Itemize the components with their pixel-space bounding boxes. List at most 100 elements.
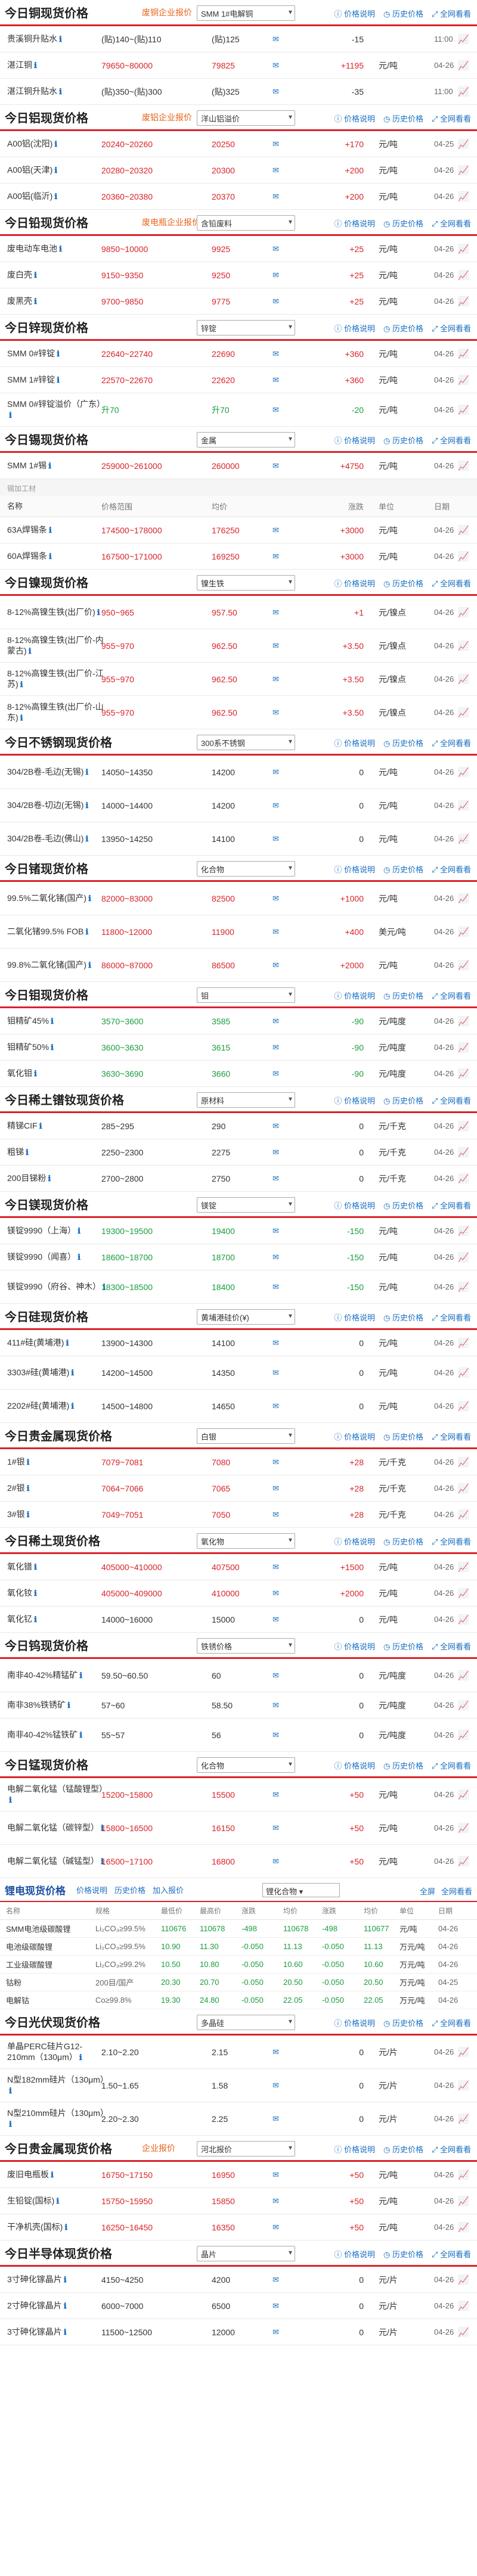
mail-icon[interactable]: ✉: [272, 166, 279, 175]
price-desc-link[interactable]: ⓘ 价格说明: [334, 1536, 375, 1547]
lithium-name[interactable]: 电解钴: [6, 1994, 95, 2006]
info-icon[interactable]: ℹ: [34, 61, 37, 70]
info-icon[interactable]: ℹ: [78, 1253, 80, 1261]
item-name[interactable]: 氧化钕 ℹ: [7, 1587, 109, 1599]
history-link[interactable]: ◷ 历史价格: [383, 113, 423, 124]
chart-icon[interactable]: 📈: [458, 1282, 469, 1292]
mail-icon[interactable]: ✉: [272, 61, 279, 70]
lithium-link[interactable]: 历史价格: [114, 1884, 145, 1896]
chart-icon[interactable]: 📈: [458, 834, 469, 844]
history-link[interactable]: ◷ 历史价格: [383, 1760, 423, 1771]
history-link[interactable]: ◷ 历史价格: [383, 322, 423, 334]
item-name[interactable]: N型182mm硅片（130μm）ℹ: [7, 2074, 109, 2096]
mail-icon[interactable]: ✉: [272, 2301, 279, 2311]
item-name[interactable]: 南非38%铁锈矿 ℹ: [7, 1699, 109, 1711]
info-icon[interactable]: ℹ: [97, 608, 100, 617]
price-desc-link[interactable]: ⓘ 价格说明: [334, 1760, 375, 1771]
item-name[interactable]: 湛江铜 ℹ: [7, 60, 109, 71]
mail-icon[interactable]: ✉: [272, 894, 279, 903]
mail-icon[interactable]: ✉: [272, 349, 279, 359]
mail-icon[interactable]: ✉: [272, 1458, 279, 1467]
item-name[interactable]: 钼精矿50% ℹ: [7, 1042, 109, 1053]
subscribe-link[interactable]: ⤢ 全网看看: [432, 8, 471, 19]
lithium-name[interactable]: 钴粉: [6, 1977, 95, 1988]
chart-icon[interactable]: 📈: [458, 960, 469, 971]
mail-icon[interactable]: ✉: [272, 1338, 279, 1348]
chart-icon[interactable]: 📈: [458, 1730, 469, 1741]
price-desc-link[interactable]: ⓘ 价格说明: [334, 737, 375, 748]
price-desc-link[interactable]: ⓘ 价格说明: [334, 8, 375, 19]
mail-icon[interactable]: ✉: [272, 2047, 279, 2057]
chart-icon[interactable]: 📈: [458, 296, 469, 307]
item-name[interactable]: SMM 1#锡 ℹ: [7, 460, 109, 471]
info-icon[interactable]: ℹ: [88, 961, 91, 970]
item-name[interactable]: 氧化镨 ℹ: [7, 1561, 109, 1573]
info-icon[interactable]: ℹ: [51, 1017, 54, 1026]
item-name[interactable]: 废旧电瓶板 ℹ: [7, 2169, 109, 2180]
category-select[interactable]: 钼 ▾: [197, 987, 295, 1003]
chart-icon[interactable]: 📈: [458, 2196, 469, 2207]
item-name[interactable]: 1#银 ℹ: [7, 1456, 109, 1468]
item-name[interactable]: 304/2B卷-毛边(无锡) ℹ: [7, 766, 109, 778]
chart-icon[interactable]: 📈: [458, 1068, 469, 1079]
lithium-right-link[interactable]: 全网看看: [441, 1885, 472, 1897]
chart-icon[interactable]: 📈: [458, 461, 469, 471]
mail-icon[interactable]: ✉: [272, 2196, 279, 2206]
item-name[interactable]: 精锑CIF ℹ: [7, 1120, 109, 1132]
item-name[interactable]: 200目锑粉 ℹ: [7, 1173, 109, 1184]
subscribe-link[interactable]: ⤢ 全网看看: [432, 2143, 471, 2155]
chart-icon[interactable]: 📈: [458, 270, 469, 281]
mail-icon[interactable]: ✉: [272, 801, 279, 810]
history-link[interactable]: ◷ 历史价格: [383, 2017, 423, 2028]
info-icon[interactable]: ℹ: [57, 375, 60, 384]
subscribe-link[interactable]: ⤢ 全网看看: [432, 737, 471, 748]
mail-icon[interactable]: ✉: [272, 1253, 279, 1262]
item-name[interactable]: 二氧化锗99.5% FOB ℹ: [7, 926, 109, 937]
price-desc-link[interactable]: ⓘ 价格说明: [334, 1431, 375, 1442]
chart-icon[interactable]: 📈: [458, 674, 469, 685]
price-desc-link[interactable]: ⓘ 价格说明: [334, 1640, 375, 1652]
mail-icon[interactable]: ✉: [272, 1043, 279, 1052]
item-name[interactable]: SMM 0#锌锭 ℹ: [7, 348, 109, 359]
chart-icon[interactable]: 📈: [458, 607, 469, 618]
category-select[interactable]: 原材料 ▾: [197, 1092, 295, 1108]
mail-icon[interactable]: ✉: [272, 1402, 279, 1411]
info-icon[interactable]: ℹ: [49, 552, 52, 561]
mail-icon[interactable]: ✉: [272, 1148, 279, 1157]
info-icon[interactable]: ℹ: [67, 1701, 70, 1710]
partner-quote-link[interactable]: 废铜企业报价: [142, 7, 192, 18]
mail-icon[interactable]: ✉: [272, 641, 279, 651]
item-name[interactable]: 63A焊锡条 ℹ: [7, 524, 109, 536]
item-name[interactable]: 3#银 ℹ: [7, 1509, 109, 1520]
info-icon[interactable]: ℹ: [64, 2328, 67, 2336]
history-link[interactable]: ◷ 历史价格: [383, 863, 423, 875]
category-select[interactable]: 化合物 ▾: [197, 1757, 295, 1773]
chart-icon[interactable]: 📈: [458, 2114, 469, 2124]
mail-icon[interactable]: ✉: [272, 1226, 279, 1236]
mail-icon[interactable]: ✉: [272, 1121, 279, 1131]
info-icon[interactable]: ℹ: [9, 411, 12, 420]
price-desc-link[interactable]: ⓘ 价格说明: [334, 1200, 375, 1211]
mail-icon[interactable]: ✉: [272, 1174, 279, 1183]
mail-icon[interactable]: ✉: [272, 927, 279, 937]
info-icon[interactable]: ℹ: [34, 1069, 37, 1078]
chart-icon[interactable]: 📈: [458, 1823, 469, 1834]
chart-icon[interactable]: 📈: [458, 1856, 469, 1867]
price-desc-link[interactable]: ⓘ 价格说明: [334, 990, 375, 1001]
history-link[interactable]: ◷ 历史价格: [383, 2143, 423, 2155]
info-icon[interactable]: ℹ: [51, 2170, 54, 2179]
category-select[interactable]: SMM 1#电解铜 ▾: [197, 5, 295, 21]
history-link[interactable]: ◷ 历史价格: [383, 8, 423, 19]
subscribe-link[interactable]: ⤢ 全网看看: [432, 2017, 471, 2028]
info-icon[interactable]: ℹ: [34, 271, 37, 279]
item-name[interactable]: 8-12%高镍生铁(出厂价-内蒙古) ℹ: [7, 635, 109, 657]
mail-icon[interactable]: ✉: [272, 767, 279, 777]
subscribe-link[interactable]: ⤢ 全网看看: [432, 1431, 471, 1442]
history-link[interactable]: ◷ 历史价格: [383, 217, 423, 229]
info-icon[interactable]: ℹ: [79, 2053, 82, 2062]
mail-icon[interactable]: ✉: [272, 87, 279, 97]
chart-icon[interactable]: 📈: [458, 893, 469, 904]
item-name[interactable]: 2202#硅(黄埔港) ℹ: [7, 1400, 109, 1412]
info-icon[interactable]: ℹ: [64, 2275, 67, 2284]
lithium-name[interactable]: 工业级碳酸锂: [6, 1959, 95, 1970]
